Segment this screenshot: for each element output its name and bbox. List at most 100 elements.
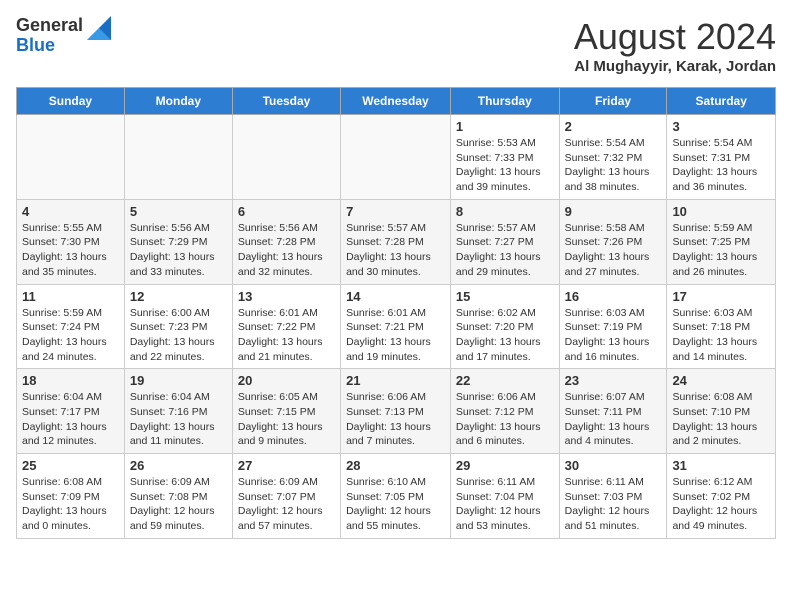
month-title: August 2024	[574, 16, 776, 58]
day-number: 25	[22, 458, 119, 473]
day-number: 30	[565, 458, 662, 473]
day-number: 3	[672, 119, 770, 134]
calendar-cell: 7 Sunrise: 5:57 AM Sunset: 7:28 PM Daylig…	[341, 199, 451, 284]
day-info: Sunrise: 6:08 AM Sunset: 7:09 PM Dayligh…	[22, 475, 119, 534]
logo: General Blue	[16, 16, 111, 56]
week-row-4: 18 Sunrise: 6:04 AM Sunset: 7:17 PM Dayli…	[17, 369, 776, 454]
calendar-table: SundayMondayTuesdayWednesdayThursdayFrid…	[16, 87, 776, 539]
day-info: Sunrise: 6:11 AM Sunset: 7:04 PM Dayligh…	[456, 475, 554, 534]
day-info: Sunrise: 6:09 AM Sunset: 7:08 PM Dayligh…	[130, 475, 227, 534]
calendar-cell: 15 Sunrise: 6:02 AM Sunset: 7:20 PM Dayli…	[450, 284, 559, 369]
day-info: Sunrise: 6:08 AM Sunset: 7:10 PM Dayligh…	[672, 390, 770, 449]
calendar-cell: 30 Sunrise: 6:11 AM Sunset: 7:03 PM Dayli…	[559, 454, 667, 539]
day-info: Sunrise: 6:02 AM Sunset: 7:20 PM Dayligh…	[456, 306, 554, 365]
calendar-cell: 29 Sunrise: 6:11 AM Sunset: 7:04 PM Dayli…	[450, 454, 559, 539]
header-monday: Monday	[124, 88, 232, 115]
day-number: 24	[672, 373, 770, 388]
day-number: 13	[238, 289, 335, 304]
calendar-cell: 21Sunrise: 6:06 AM Sunset: 7:13 PM Dayli…	[341, 369, 451, 454]
day-info: Sunrise: 5:55 AM Sunset: 7:30 PM Dayligh…	[22, 221, 119, 280]
day-info: Sunrise: 6:06 AM Sunset: 7:13 PM Dayligh…	[346, 390, 445, 449]
day-number: 12	[130, 289, 227, 304]
calendar-cell: 16Sunrise: 6:03 AM Sunset: 7:19 PM Dayli…	[559, 284, 667, 369]
day-info: Sunrise: 6:04 AM Sunset: 7:17 PM Dayligh…	[22, 390, 119, 449]
day-number: 31	[672, 458, 770, 473]
day-number: 7	[346, 204, 445, 219]
day-number: 20	[238, 373, 335, 388]
calendar-cell: 18 Sunrise: 6:04 AM Sunset: 7:17 PM Dayli…	[17, 369, 125, 454]
calendar-cell: 17 Sunrise: 6:03 AM Sunset: 7:18 PM Dayli…	[667, 284, 776, 369]
day-info: Sunrise: 5:54 AM Sunset: 7:31 PM Dayligh…	[672, 136, 770, 195]
day-info: Sunrise: 6:09 AM Sunset: 7:07 PM Dayligh…	[238, 475, 335, 534]
calendar-cell: 25 Sunrise: 6:08 AM Sunset: 7:09 PM Dayli…	[17, 454, 125, 539]
title-section: August 2024 Al Mughayyir, Karak, Jordan	[574, 16, 776, 75]
location: Al Mughayyir, Karak, Jordan	[574, 58, 776, 75]
day-info: Sunrise: 5:59 AM Sunset: 7:24 PM Dayligh…	[22, 306, 119, 365]
calendar-cell: 12 Sunrise: 6:00 AM Sunset: 7:23 PM Dayli…	[124, 284, 232, 369]
header-tuesday: Tuesday	[232, 88, 340, 115]
day-info: Sunrise: 5:57 AM Sunset: 7:27 PM Dayligh…	[456, 221, 554, 280]
header-saturday: Saturday	[667, 88, 776, 115]
day-number: 6	[238, 204, 335, 219]
calendar-cell	[124, 115, 232, 200]
day-number: 19	[130, 373, 227, 388]
calendar-cell: 27 Sunrise: 6:09 AM Sunset: 7:07 PM Dayli…	[232, 454, 340, 539]
header-friday: Friday	[559, 88, 667, 115]
calendar-cell: 1 Sunrise: 5:53 AM Sunset: 7:33 PM Daylig…	[450, 115, 559, 200]
day-number: 27	[238, 458, 335, 473]
page-header: General Blue August 2024 Al Mughayyir, K…	[16, 16, 776, 75]
day-number: 11	[22, 289, 119, 304]
day-info: Sunrise: 5:56 AM Sunset: 7:28 PM Dayligh…	[238, 221, 335, 280]
calendar-cell: 3 Sunrise: 5:54 AM Sunset: 7:31 PM Daylig…	[667, 115, 776, 200]
calendar-cell: 8 Sunrise: 5:57 AM Sunset: 7:27 PM Daylig…	[450, 199, 559, 284]
day-info: Sunrise: 6:03 AM Sunset: 7:18 PM Dayligh…	[672, 306, 770, 365]
header-thursday: Thursday	[450, 88, 559, 115]
day-info: Sunrise: 6:00 AM Sunset: 7:23 PM Dayligh…	[130, 306, 227, 365]
day-info: Sunrise: 5:58 AM Sunset: 7:26 PM Dayligh…	[565, 221, 662, 280]
day-number: 22	[456, 373, 554, 388]
day-info: Sunrise: 6:05 AM Sunset: 7:15 PM Dayligh…	[238, 390, 335, 449]
calendar-cell: 13Sunrise: 6:01 AM Sunset: 7:22 PM Dayli…	[232, 284, 340, 369]
calendar-cell: 11 Sunrise: 5:59 AM Sunset: 7:24 PM Dayli…	[17, 284, 125, 369]
calendar-cell: 28Sunrise: 6:10 AM Sunset: 7:05 PM Dayli…	[341, 454, 451, 539]
calendar-cell: 14 Sunrise: 6:01 AM Sunset: 7:21 PM Dayli…	[341, 284, 451, 369]
day-number: 1	[456, 119, 554, 134]
calendar-cell	[17, 115, 125, 200]
day-info: Sunrise: 5:57 AM Sunset: 7:28 PM Dayligh…	[346, 221, 445, 280]
day-number: 15	[456, 289, 554, 304]
calendar-cell: 6 Sunrise: 5:56 AM Sunset: 7:28 PM Daylig…	[232, 199, 340, 284]
calendar-cell: 5Sunrise: 5:56 AM Sunset: 7:29 PM Daylig…	[124, 199, 232, 284]
day-number: 28	[346, 458, 445, 473]
day-number: 4	[22, 204, 119, 219]
day-info: Sunrise: 5:56 AM Sunset: 7:29 PM Dayligh…	[130, 221, 227, 280]
day-info: Sunrise: 6:01 AM Sunset: 7:21 PM Dayligh…	[346, 306, 445, 365]
day-number: 26	[130, 458, 227, 473]
day-number: 17	[672, 289, 770, 304]
day-info: Sunrise: 6:11 AM Sunset: 7:03 PM Dayligh…	[565, 475, 662, 534]
day-info: Sunrise: 5:53 AM Sunset: 7:33 PM Dayligh…	[456, 136, 554, 195]
day-info: Sunrise: 6:07 AM Sunset: 7:11 PM Dayligh…	[565, 390, 662, 449]
day-number: 14	[346, 289, 445, 304]
calendar-cell: 2 Sunrise: 5:54 AM Sunset: 7:32 PM Daylig…	[559, 115, 667, 200]
day-number: 18	[22, 373, 119, 388]
day-number: 2	[565, 119, 662, 134]
calendar-cell: 20 Sunrise: 6:05 AM Sunset: 7:15 PM Dayli…	[232, 369, 340, 454]
calendar-cell: 24 Sunrise: 6:08 AM Sunset: 7:10 PM Dayli…	[667, 369, 776, 454]
day-info: Sunrise: 6:06 AM Sunset: 7:12 PM Dayligh…	[456, 390, 554, 449]
week-row-1: 1 Sunrise: 5:53 AM Sunset: 7:33 PM Daylig…	[17, 115, 776, 200]
calendar-cell: 9 Sunrise: 5:58 AM Sunset: 7:26 PM Daylig…	[559, 199, 667, 284]
calendar-cell: 22 Sunrise: 6:06 AM Sunset: 7:12 PM Dayli…	[450, 369, 559, 454]
calendar-cell: 23 Sunrise: 6:07 AM Sunset: 7:11 PM Dayli…	[559, 369, 667, 454]
day-number: 9	[565, 204, 662, 219]
day-number: 29	[456, 458, 554, 473]
calendar-cell: 4 Sunrise: 5:55 AM Sunset: 7:30 PM Daylig…	[17, 199, 125, 284]
logo-general: General	[16, 16, 83, 36]
logo-blue: Blue	[16, 36, 83, 56]
day-number: 23	[565, 373, 662, 388]
week-row-3: 11 Sunrise: 5:59 AM Sunset: 7:24 PM Dayli…	[17, 284, 776, 369]
day-info: Sunrise: 5:54 AM Sunset: 7:32 PM Dayligh…	[565, 136, 662, 195]
logo-icon	[87, 16, 111, 40]
day-info: Sunrise: 6:12 AM Sunset: 7:02 PM Dayligh…	[672, 475, 770, 534]
day-number: 8	[456, 204, 554, 219]
header-wednesday: Wednesday	[341, 88, 451, 115]
